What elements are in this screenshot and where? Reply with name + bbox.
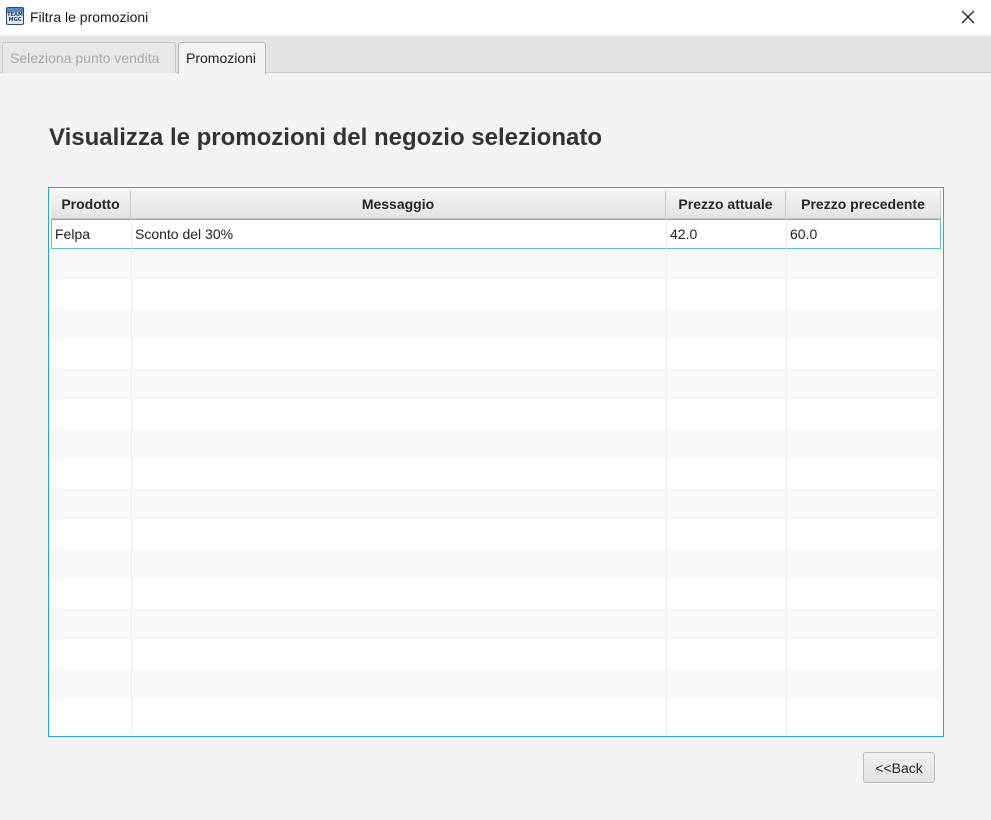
column-divider [666,219,667,734]
empty-table-row[interactable] [51,279,941,309]
table-row[interactable]: Felpa Sconto del 30% 42.0 60.0 [51,219,941,249]
column-header-messaggio[interactable]: Messaggio [131,190,666,218]
cell-prodotto: Felpa [55,226,91,242]
empty-table-row[interactable] [51,369,941,399]
empty-table-row[interactable] [51,579,941,609]
empty-table-row[interactable] [51,309,941,339]
column-header-prodotto[interactable]: Prodotto [51,190,131,218]
close-button[interactable] [945,0,991,34]
cell-prezzo-precedente: 60.0 [790,226,818,242]
empty-table-row[interactable] [51,339,941,369]
cell-prezzo-attuale: 42.0 [670,226,698,242]
page-title: Visualizza le promozioni del negozio sel… [49,124,602,151]
table-header: Prodotto Messaggio Prezzo attuale Prezzo… [51,190,941,219]
back-button[interactable]: <<Back [863,752,935,783]
column-header-prezzo-precedente[interactable]: Prezzo precedente [786,190,941,218]
empty-table-row[interactable] [51,609,941,639]
table-body: Felpa Sconto del 30% 42.0 60.0 [51,219,941,734]
empty-table-row[interactable] [51,699,941,729]
tab-promozioni[interactable]: Promozioni [178,42,266,74]
column-divider [786,219,787,734]
app-icon: TEAM MGC [6,7,24,25]
tab-seleziona-punto-vendita[interactable]: Seleziona punto vendita [2,42,176,73]
close-icon [961,10,975,24]
empty-table-row[interactable] [51,519,941,549]
empty-table-row[interactable] [51,399,941,429]
column-divider [131,219,132,734]
promotions-table[interactable]: Prodotto Messaggio Prezzo attuale Prezzo… [48,187,944,737]
empty-table-row[interactable] [51,489,941,519]
empty-table-row[interactable] [51,669,941,699]
cell-messaggio: Sconto del 30% [135,226,234,242]
empty-table-row[interactable] [51,549,941,579]
title-bar: TEAM MGC Filtra le promozioni [0,0,991,34]
empty-table-row[interactable] [51,639,941,669]
empty-table-row[interactable] [51,249,941,279]
empty-table-row[interactable] [51,429,941,459]
empty-table-row[interactable] [51,459,941,489]
window-title: Filtra le promozioni [30,9,149,25]
tab-bar: Seleziona punto vendita Promozioni [0,36,991,74]
column-header-prezzo-attuale[interactable]: Prezzo attuale [666,190,786,218]
